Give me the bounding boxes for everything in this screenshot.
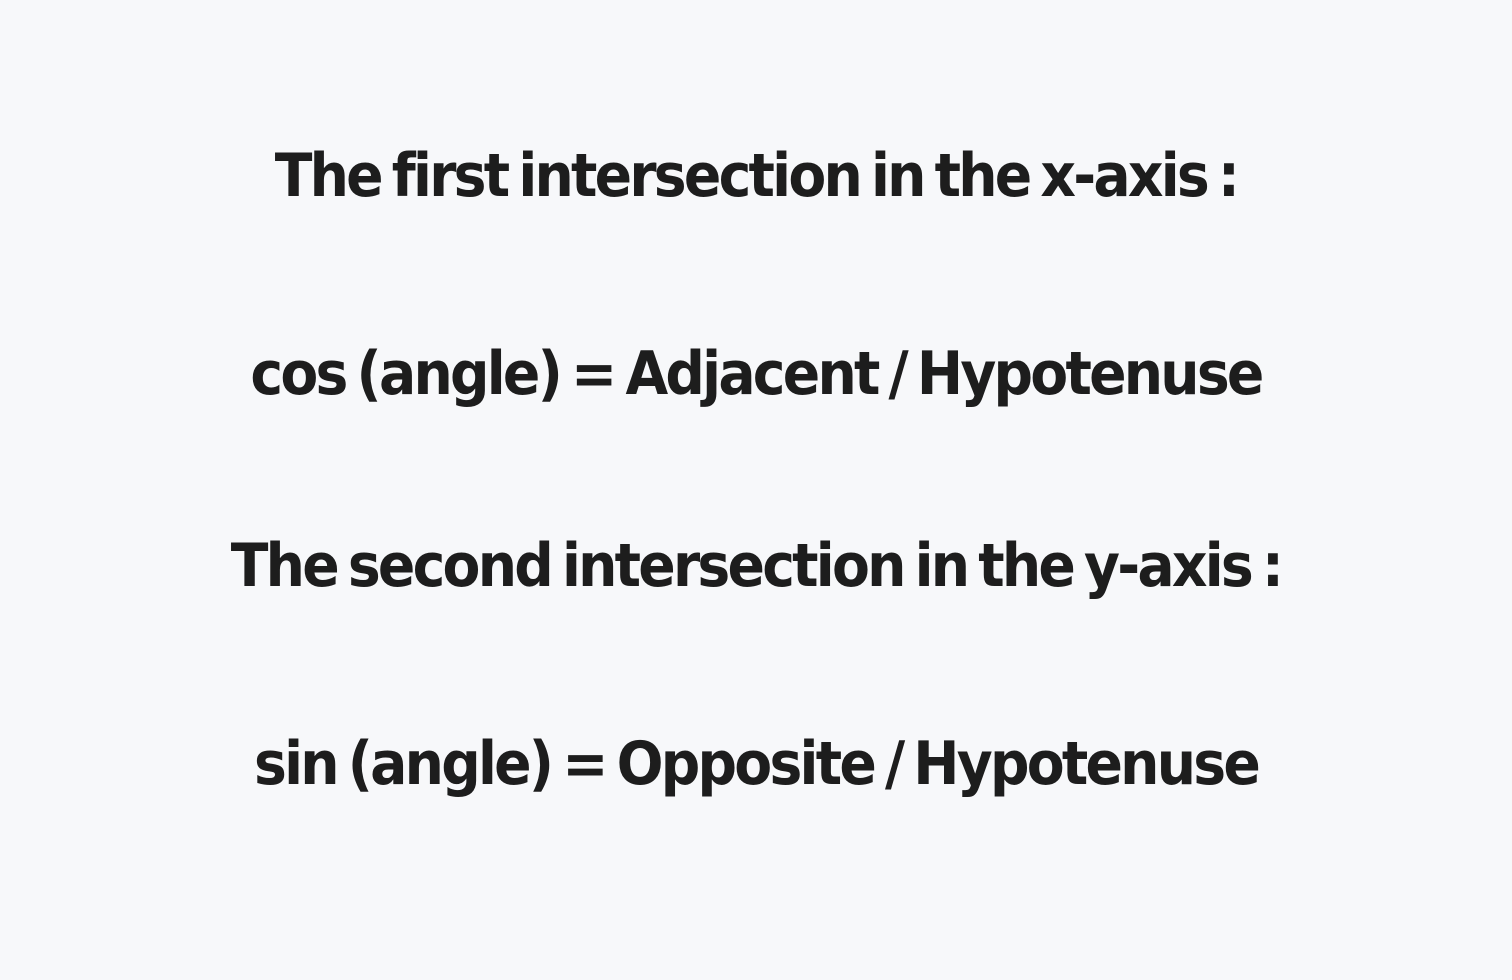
whiteboard-canvas: The first intersection in the x-axis : c…: [0, 0, 1512, 980]
cosine-formula: cos (angle) = Adjacent / Hypotenuse: [250, 339, 1264, 409]
x-axis-intersection-heading: The first intersection in the x-axis :: [274, 141, 1240, 211]
y-axis-intersection-heading: The second intersection in the y-axis :: [230, 531, 1284, 601]
sine-formula: sin (angle) = Opposite / Hypotenuse: [253, 729, 1261, 799]
